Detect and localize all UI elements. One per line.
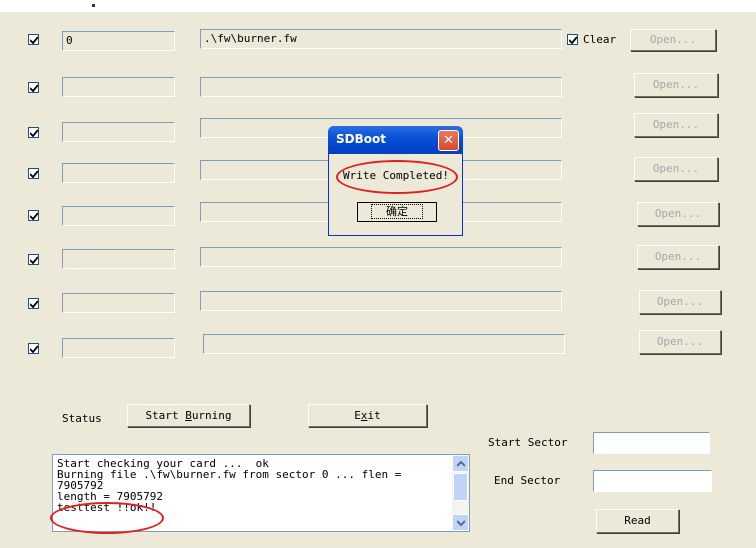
row-2-sector-field[interactable]	[62, 77, 175, 97]
row-8-open-button[interactable]: Open...	[639, 330, 721, 354]
row-5-sector-field[interactable]	[62, 206, 175, 226]
dialog-titlebar: SDBoot ✕	[328, 126, 463, 154]
row-8-checkbox[interactable]	[28, 343, 39, 354]
start-sector-label: Start Sector	[488, 436, 568, 449]
row-6-file-field[interactable]	[200, 247, 562, 267]
dialog-ok-button[interactable]: 确定	[357, 202, 437, 222]
row-6-sector-field[interactable]	[62, 249, 175, 269]
start-burning-label-accel: B	[185, 409, 192, 422]
row-2-file-field[interactable]	[200, 77, 562, 97]
row-1-file-field[interactable]: .\fw\burner.fw	[200, 29, 562, 49]
dialog-title: SDBoot	[336, 132, 386, 146]
row-2-checkbox[interactable]	[28, 82, 39, 93]
exit-label-accel: x	[360, 409, 368, 422]
end-sector-label: End Sector	[494, 474, 561, 487]
exit-label-post: it	[367, 409, 381, 422]
exit-button[interactable]: Exit	[308, 404, 427, 427]
exit-label-pre: E	[354, 409, 361, 422]
highlight-ellipse-log	[50, 502, 164, 534]
scroll-thumb[interactable]	[453, 473, 468, 501]
row-4-sector-field[interactable]	[62, 163, 175, 183]
row-1-open-button[interactable]: Open...	[630, 29, 716, 51]
row-3-checkbox[interactable]	[28, 127, 39, 138]
sdboot-main-window: 0 .\fw\burner.fw Clear Open... Open... O…	[0, 0, 756, 548]
row-3-sector-field[interactable]	[62, 122, 175, 142]
row-7-checkbox[interactable]	[28, 298, 39, 309]
start-burning-label-pre: Start	[145, 409, 186, 422]
row-7-sector-field[interactable]	[62, 293, 175, 313]
row-4-open-button[interactable]: Open...	[634, 157, 718, 181]
row-1-sector-field[interactable]: 0	[62, 31, 175, 51]
clear-checkbox[interactable]	[567, 34, 578, 45]
row-7-open-button[interactable]: Open...	[639, 290, 721, 314]
start-sector-input[interactable]	[593, 432, 710, 454]
clear-label: Clear	[583, 33, 617, 46]
row-8-sector-field[interactable]	[62, 338, 175, 358]
scroll-up-icon[interactable]	[452, 455, 469, 472]
row-5-checkbox[interactable]	[28, 210, 39, 221]
row-7-file-field[interactable]	[200, 291, 562, 311]
log-scrollbar[interactable]	[452, 455, 469, 531]
row-6-checkbox[interactable]	[28, 254, 39, 265]
row-2-open-button[interactable]: Open...	[634, 73, 718, 97]
top-strip	[0, 0, 756, 12]
row-4-checkbox[interactable]	[28, 168, 39, 179]
row-8-file-field[interactable]	[203, 334, 565, 354]
row-1-checkbox[interactable]	[28, 34, 39, 45]
row-5-open-button[interactable]: Open...	[637, 202, 719, 226]
status-label: Status	[62, 412, 102, 425]
scroll-down-icon[interactable]	[452, 514, 469, 531]
highlight-ellipse-message	[336, 160, 458, 194]
row-3-open-button[interactable]: Open...	[634, 113, 718, 137]
row-6-open-button[interactable]: Open...	[637, 245, 719, 269]
read-button[interactable]: Read	[596, 509, 679, 533]
close-icon[interactable]: ✕	[438, 130, 459, 151]
decor-dot	[92, 4, 95, 7]
start-burning-button[interactable]: Start Burning	[127, 404, 250, 427]
end-sector-input[interactable]	[593, 470, 712, 492]
start-burning-label-post: urning	[191, 409, 232, 422]
dialog-ok-label: 确定	[371, 204, 423, 219]
